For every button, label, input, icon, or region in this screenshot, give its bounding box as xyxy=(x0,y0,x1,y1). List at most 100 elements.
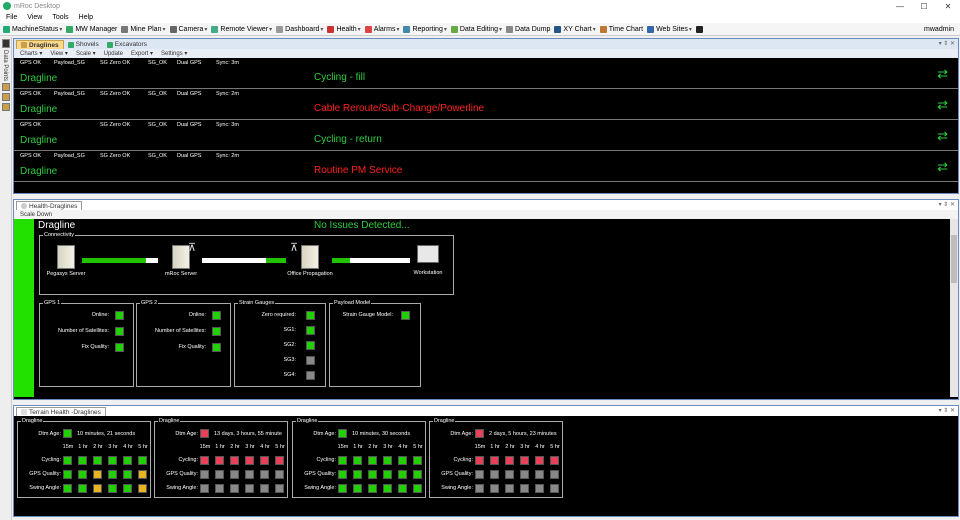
terrain-cycling-indicator xyxy=(78,456,87,465)
terrain-swing-indicator xyxy=(245,484,254,493)
chevron-down-icon[interactable]: ▾ xyxy=(204,26,207,33)
dragline-row[interactable]: GPS OK Payload_SG SG Zero OK SG_OK Dual GPS S… xyxy=(14,151,958,182)
chevron-down-icon[interactable]: ▾ xyxy=(320,26,323,33)
link-pegasys-mroc xyxy=(82,258,158,263)
export-menu[interactable]: Export ▾ xyxy=(131,50,153,57)
dock-tool-icon[interactable] xyxy=(2,103,10,112)
terrain-gps-indicator xyxy=(215,470,224,479)
toolbar-button-12[interactable]: Time Chart xyxy=(599,25,643,33)
terrain-label: Swing Angle: xyxy=(29,485,61,491)
gps1-label: Online: xyxy=(91,312,109,318)
terrain-gps-indicator xyxy=(353,470,362,479)
toolbar-button-6[interactable]: Health ▾ xyxy=(327,25,361,33)
chevron-down-icon[interactable]: ▾ xyxy=(162,26,165,33)
health-panel-controls[interactable]: ▾ ⇕ ✕ xyxy=(939,201,955,208)
toolbar-button-14[interactable] xyxy=(695,25,705,33)
toolbar-button-9[interactable]: Data Editing ▾ xyxy=(450,25,502,33)
chevron-down-icon[interactable]: ▾ xyxy=(689,26,692,33)
toolbar-7-icon xyxy=(364,25,372,33)
terrain-cycling-indicator xyxy=(338,456,347,465)
dragline-row[interactable]: GPS OK Payload_SG SG Zero OK SG_OK Dual GPS S… xyxy=(14,58,958,89)
settings-menu[interactable]: Settings ▾ xyxy=(161,50,187,57)
app-window: mRoc Desktop — ☐ ✕ File View Tools Help … xyxy=(0,0,960,520)
toolbar-button-4[interactable]: Remote Viewer ▾ xyxy=(211,25,272,33)
dock-folder-icon[interactable] xyxy=(2,83,10,92)
terrain-col-header: 15m xyxy=(337,444,349,450)
health-scrollbar[interactable] xyxy=(950,219,958,397)
terrain-gps-indicator xyxy=(123,470,132,479)
chevron-down-icon[interactable]: ▾ xyxy=(269,26,272,33)
strain-indicator xyxy=(306,371,315,380)
refresh-icon[interactable]: ⇄ xyxy=(937,128,948,144)
status-flag: Sync: 2m xyxy=(216,91,239,97)
health-panel: Health-Draglines ▾ ⇕ ✕ Scale Down Dragli… xyxy=(13,199,959,400)
toolbar-button-1[interactable]: MW Manager xyxy=(66,25,117,33)
scale-menu[interactable]: Scale ▾ xyxy=(76,50,96,57)
toolbar-button-10[interactable]: Data Dump xyxy=(506,25,550,33)
status-flag: SG_OK xyxy=(148,60,167,66)
office-propagation-node: Office Propagation xyxy=(280,245,340,277)
dragline-row[interactable]: GPS OK Payload_SG SG Zero OK SG_OK Dual GPS S… xyxy=(14,89,958,120)
status-flag: Dual GPS xyxy=(177,122,202,128)
toolbar-button-0[interactable]: MachineStatus ▾ xyxy=(3,25,62,33)
dock-picture-icon[interactable] xyxy=(2,93,10,102)
close-button[interactable]: ✕ xyxy=(936,2,960,11)
strain-label: SG1: xyxy=(283,327,296,333)
update-button[interactable]: Update xyxy=(104,51,123,57)
terrain-cycling-indicator xyxy=(138,456,147,465)
scale-down-button[interactable]: Scale Down xyxy=(20,212,52,218)
refresh-icon[interactable]: ⇄ xyxy=(937,66,948,82)
maximize-button[interactable]: ☐ xyxy=(912,2,936,11)
chevron-down-icon[interactable]: ▾ xyxy=(358,26,361,33)
toolbar-button-7[interactable]: Alarms ▾ xyxy=(364,25,399,33)
tab-shovels[interactable]: Shovels xyxy=(64,40,103,49)
panel-controls[interactable]: ▾ ⇕ ✕ xyxy=(939,40,955,47)
view-menu[interactable]: View ▾ xyxy=(50,50,68,57)
menu-view[interactable]: View xyxy=(27,14,42,21)
toolbar-button-2[interactable]: Mine Plan ▾ xyxy=(121,25,166,33)
toolbar-button-11[interactable]: XY Chart ▾ xyxy=(554,25,596,33)
left-dock: Data Points xyxy=(0,37,12,520)
chevron-down-icon[interactable]: ▾ xyxy=(396,26,399,33)
refresh-icon[interactable]: ⇄ xyxy=(937,159,948,175)
terrain-gps-indicator xyxy=(413,470,422,479)
menu-help[interactable]: Help xyxy=(79,14,93,21)
chevron-down-icon[interactable]: ▾ xyxy=(444,26,447,33)
server-icon xyxy=(301,245,319,269)
toolbar-button-13[interactable]: Web Sites ▾ xyxy=(647,25,692,33)
terrain-swing-indicator xyxy=(490,484,499,493)
chevron-down-icon[interactable]: ▾ xyxy=(593,26,596,33)
terrain-swing-indicator xyxy=(505,484,514,493)
menu-file[interactable]: File xyxy=(6,14,17,21)
tab-excavators[interactable]: Excavators xyxy=(103,40,151,49)
toolbar-4-icon xyxy=(211,25,219,33)
toolbar-1-icon xyxy=(66,25,74,33)
terrain-cycling-indicator xyxy=(93,456,102,465)
gps2-indicator xyxy=(212,311,221,320)
tab-terrain-health[interactable]: Terrain Health -Draglines xyxy=(16,407,106,416)
toolbar-2-icon xyxy=(121,25,129,33)
minimize-button[interactable]: — xyxy=(888,2,912,11)
refresh-icon[interactable]: ⇄ xyxy=(937,97,948,113)
toolbar-button-5[interactable]: Dashboard ▾ xyxy=(276,25,323,33)
data-points-tab[interactable]: Data Points xyxy=(2,50,8,81)
status-flag: SG Zero OK xyxy=(100,91,131,97)
chevron-down-icon[interactable]: ▾ xyxy=(499,26,502,33)
terrain-panel-controls[interactable]: ▾ ⇕ ✕ xyxy=(939,407,955,414)
dock-monitor-icon[interactable] xyxy=(2,39,10,48)
link-mroc-office xyxy=(202,258,286,263)
connectivity-group: Connectivity xyxy=(39,232,454,295)
terrain-swing-indicator xyxy=(108,484,117,493)
tab-draglines[interactable]: Draglines xyxy=(16,40,64,49)
toolbar-button-3[interactable]: Camera ▾ xyxy=(169,25,207,33)
dragline-row[interactable]: GPS OK SG Zero OK SG_OK Dual GPS Sync: 3m Dra… xyxy=(14,120,958,151)
terrain-gps-indicator xyxy=(368,470,377,479)
chevron-down-icon[interactable]: ▾ xyxy=(59,26,62,33)
charts-menu[interactable]: Charts ▾ xyxy=(20,50,42,57)
terrain-swing-indicator xyxy=(383,484,392,493)
tab-health-draglines[interactable]: Health-Draglines xyxy=(16,201,83,210)
scroll-thumb[interactable] xyxy=(951,235,957,283)
menu-tools[interactable]: Tools xyxy=(52,14,68,21)
toolbar-button-8[interactable]: Reporting ▾ xyxy=(403,25,447,33)
terrain-swing-indicator xyxy=(78,484,87,493)
